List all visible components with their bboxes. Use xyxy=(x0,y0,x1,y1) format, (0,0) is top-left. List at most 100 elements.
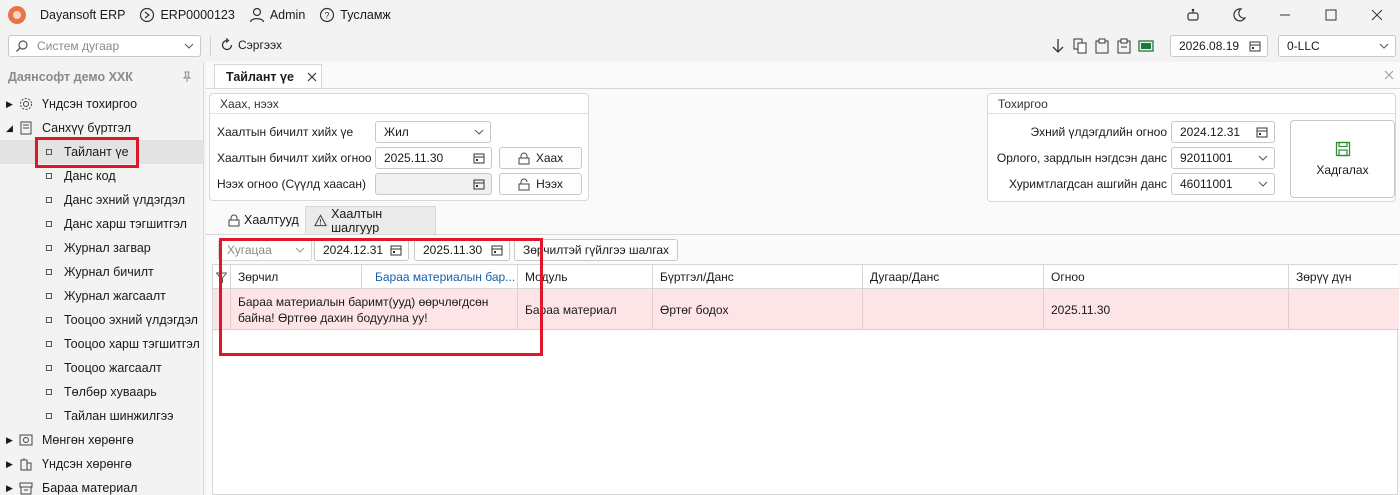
building-icon xyxy=(18,456,34,472)
column-header-difference[interactable]: Зөрүү дүн xyxy=(1289,265,1399,289)
sidebar-subitem-journal-entry[interactable]: Журнал бичилт xyxy=(0,260,203,284)
collapse-arrow-icon[interactable]: ◢ xyxy=(6,123,13,134)
retained-account-label: Хуримтлагдсан ашгийн данс xyxy=(1009,177,1167,191)
number-cell[interactable] xyxy=(863,289,1044,330)
sidebar-subitem-settlement-balance[interactable]: Тооцоо харш тэгшитгэл xyxy=(0,332,203,356)
retained-account-select[interactable]: 46011001 xyxy=(1171,173,1275,195)
sidebar-subitem-payment-schedule[interactable]: Төлбөр хуваарь xyxy=(0,380,203,404)
sidebar-item-basic-settings[interactable]: ▶ Үндсэн тохиргоо xyxy=(0,92,203,116)
closing-date-label: Хаалтын бичилт хийх огноо xyxy=(217,151,372,165)
db-selector[interactable]: ERP0000123 xyxy=(139,7,235,23)
minimize-icon[interactable] xyxy=(1262,0,1308,30)
tab-label: Хаалтын шалгуур xyxy=(331,206,383,235)
income-account-value: 92011001 xyxy=(1180,151,1233,165)
sidebar-subitem-journal-list[interactable]: Журнал жагсаалт xyxy=(0,284,203,308)
sidebar-subitem-report-analysis[interactable]: Тайлан шинжилгээ xyxy=(0,404,203,428)
register-value: Өртөг бодох xyxy=(660,302,729,317)
sidebar-subitem-label: Данс код xyxy=(64,169,116,183)
sidebar-subitem-journal-template[interactable]: Журнал загвар xyxy=(0,236,203,260)
column-header-label: Огноо xyxy=(1051,270,1085,284)
sidebar-subitem-settlement-opening[interactable]: Тооцоо эхний үлдэгдэл xyxy=(0,308,203,332)
tab-closings[interactable]: Хаалтууд xyxy=(220,206,307,234)
closing-date-picker[interactable]: 2025.11.30 xyxy=(375,147,492,169)
register-cell[interactable]: Өртөг бодох xyxy=(653,289,863,330)
close-window-icon[interactable] xyxy=(1354,0,1400,30)
close-tab-icon[interactable] xyxy=(307,72,317,82)
difference-cell[interactable] xyxy=(1289,289,1399,330)
sidebar-company-title: Даянсофт демо ХХК xyxy=(8,70,133,84)
company-value: 0-LLC xyxy=(1287,39,1320,53)
maximize-icon[interactable] xyxy=(1308,0,1354,30)
sidebar-item-cash[interactable]: ▶ Мөнгөн хөрөнгө xyxy=(0,428,203,452)
paste-icon[interactable] xyxy=(1094,37,1110,55)
tab-reporting-period[interactable]: Тайлант үе xyxy=(214,64,322,88)
sidebar-subitem-label: Данс харш тэгшитгэл xyxy=(64,217,187,231)
copy-icon[interactable] xyxy=(1072,37,1088,55)
sidebar-subitem-account-balance[interactable]: Данс харш тэгшитгэл xyxy=(0,212,203,236)
start-balance-label: Эхний үлдэгдлийн огноо xyxy=(1030,125,1168,139)
column-header-number[interactable]: Дугаар/Данс xyxy=(863,265,1044,289)
sidebar-subitem-label: Тооцоо жагсаалт xyxy=(64,361,162,375)
bullet-icon xyxy=(46,269,52,275)
clipboard-icon[interactable] xyxy=(1116,37,1132,55)
help-label: Тусламж xyxy=(340,8,391,22)
sidebar-item-fixed-assets[interactable]: ▶ Үндсэн хөрөнгө xyxy=(0,452,203,476)
date-cell[interactable]: 2025.11.30 xyxy=(1044,289,1289,330)
sidebar-subitem-label: Журнал жагсаалт xyxy=(64,289,166,303)
column-header-date[interactable]: Огноо xyxy=(1044,265,1289,289)
bullet-icon xyxy=(46,173,52,179)
open-period-button[interactable]: Нээх xyxy=(499,173,582,195)
search-placeholder: Систем дугаар xyxy=(37,39,120,53)
calendar-icon xyxy=(473,153,485,164)
bullet-icon xyxy=(46,293,52,299)
bullet-icon xyxy=(46,317,52,323)
system-number-search[interactable]: Систем дугаар xyxy=(8,35,201,57)
tab-closing-check[interactable]: Хаалтын шалгуур xyxy=(305,206,436,235)
close-open-group: Хаах, нээх Хаалтын бичилт хийх үе Жил Ха… xyxy=(209,93,589,201)
sidebar-subitem-settlement-list[interactable]: Тооцоо жагсаалт xyxy=(0,356,203,380)
user-menu[interactable]: Admin xyxy=(249,7,305,23)
cash-icon xyxy=(18,432,34,448)
start-balance-value: 2024.12.31 xyxy=(1180,125,1241,139)
income-account-select[interactable]: 92011001 xyxy=(1171,147,1275,169)
sort-down-icon[interactable] xyxy=(1050,37,1066,55)
expand-arrow-icon[interactable]: ▶ xyxy=(6,483,13,494)
sidebar-subitem-label: Данс эхний үлдэгдэл xyxy=(64,193,186,207)
app-name-text: Dayansoft ERP xyxy=(40,8,126,22)
expand-arrow-icon[interactable]: ▶ xyxy=(6,459,13,470)
sidebar-subitem-account-opening[interactable]: Данс эхний үлдэгдэл xyxy=(0,188,203,212)
database-icon xyxy=(140,7,155,23)
bullet-icon xyxy=(46,221,52,227)
start-balance-date-picker[interactable]: 2024.12.31 xyxy=(1171,121,1275,143)
open-date-picker[interactable] xyxy=(375,173,492,195)
chevron-down-icon xyxy=(184,43,194,49)
bullet-icon xyxy=(46,413,52,419)
user-icon xyxy=(249,7,264,23)
help-menu[interactable]: ? Тусламж xyxy=(319,7,391,23)
expand-arrow-icon[interactable]: ▶ xyxy=(6,99,13,110)
dark-mode-icon[interactable] xyxy=(1216,0,1262,30)
pin-icon[interactable] xyxy=(181,71,193,83)
robot-icon[interactable] xyxy=(1170,0,1216,30)
work-date-picker[interactable]: 2026.08.19 xyxy=(1170,35,1268,57)
save-icon xyxy=(1335,141,1350,157)
sidebar-subitem-label: Тооцоо харш тэгшитгэл xyxy=(64,337,200,351)
collapse-panel-icon[interactable] xyxy=(1384,70,1394,80)
excel-icon[interactable] xyxy=(1138,37,1154,55)
save-button[interactable]: Хадгалах xyxy=(1290,120,1395,198)
expand-arrow-icon[interactable]: ▶ xyxy=(6,435,13,446)
column-header-register[interactable]: Бүртгэл/Данс xyxy=(653,265,863,289)
retained-account-value: 46011001 xyxy=(1180,177,1233,191)
sidebar-item-inventory[interactable]: ▶ Бараа материал xyxy=(0,476,203,495)
date-value: 2025.11.30 xyxy=(1051,302,1111,317)
close-period-button[interactable]: Хаах xyxy=(499,147,582,169)
company-select[interactable]: 0-LLC xyxy=(1278,35,1396,57)
sidebar-item-label: Үндсэн хөрөнгө xyxy=(42,457,132,471)
warning-icon xyxy=(314,214,327,227)
refresh-icon xyxy=(221,38,233,51)
sidebar-item-label: Үндсэн тохиргоо xyxy=(42,97,138,111)
refresh-button[interactable]: Сэргээх xyxy=(220,38,282,52)
bullet-icon xyxy=(46,245,52,251)
unlock-icon xyxy=(518,178,530,190)
closing-period-select[interactable]: Жил xyxy=(375,121,491,143)
